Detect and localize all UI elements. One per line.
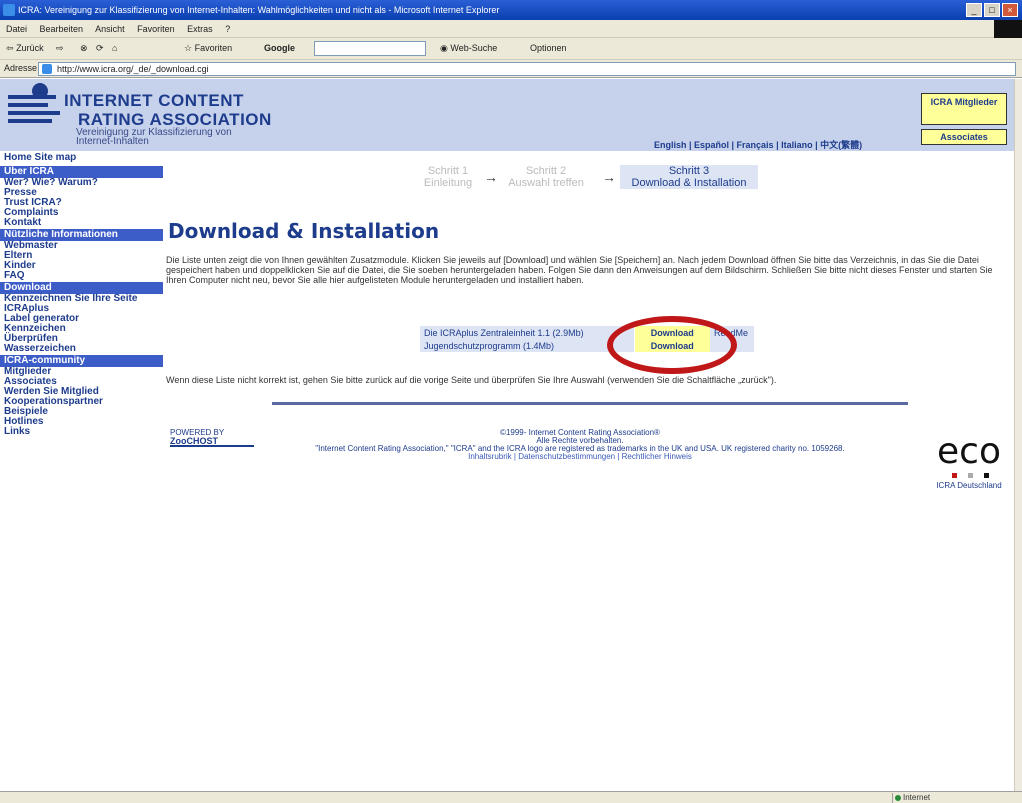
eco-dots-icon xyxy=(928,471,1010,481)
menu-bar: Datei Bearbeiten Ansicht Favoriten Extra… xyxy=(0,20,1022,38)
toolbar: ⇦ Zurück ⇨ ⊗ ⟳ ⌂ ☆ Favoriten Google ◉ We… xyxy=(0,38,1022,60)
sidebar-item-faq[interactable]: FAQ xyxy=(0,271,163,281)
back-button[interactable]: ⇦ Zurück xyxy=(6,43,44,54)
step-2-label: Auswahl treffen xyxy=(508,177,584,189)
status-zone-label: Internet xyxy=(903,793,931,802)
sidebar: Home Site map Über ICRA Wer? Wie? Warum?… xyxy=(0,151,163,437)
menu-help[interactable]: ? xyxy=(225,24,230,34)
step-1-title: Schritt 1 xyxy=(427,165,469,177)
step-3-label: Download & Installation xyxy=(631,177,747,189)
eco-logo[interactable]: eco ICRA Deutschland xyxy=(928,431,1010,491)
menu-bearbeiten[interactable]: Bearbeiten xyxy=(40,24,84,34)
note-text: Wenn diese Liste nicht korrekt ist, gehe… xyxy=(166,375,777,385)
binoculars-icon: ◉ xyxy=(440,43,448,53)
address-bar: Adresse http://www.icra.org/_de/_downloa… xyxy=(0,60,1022,78)
window-controls: _ □ × xyxy=(966,3,1018,17)
step-3: Schritt 3 Download & Installation xyxy=(620,165,758,189)
step-1-label: Einleitung xyxy=(423,177,473,189)
step-arrow-icon: → xyxy=(602,169,616,185)
back-arrow-icon: ⇦ xyxy=(6,43,14,53)
google-search-input[interactable] xyxy=(314,41,426,56)
internet-zone-icon xyxy=(895,795,901,801)
windows-logo-icon xyxy=(994,20,1022,38)
page-title: Download & Installation xyxy=(168,219,440,243)
intro-text: Die Liste unten zeigt die von Ihnen gewä… xyxy=(166,255,993,285)
google-label[interactable]: Google xyxy=(264,43,295,53)
stop-button[interactable]: ⊗ xyxy=(80,43,88,54)
stop-icon: ⊗ xyxy=(80,43,88,53)
menu-extras[interactable]: Extras xyxy=(187,24,213,34)
vertical-scrollbar[interactable] xyxy=(1014,79,1022,791)
home-button[interactable]: ⌂ xyxy=(112,43,117,53)
close-button[interactable]: × xyxy=(1002,3,1018,17)
divider xyxy=(272,402,908,405)
options-label: Optionen xyxy=(530,43,567,53)
back-label: Zurück xyxy=(16,43,44,53)
favorites-button[interactable]: ☆ Favoriten xyxy=(184,43,232,54)
module-name: Die ICRAplus Zentraleinheit 1.1 (2.9Mb) xyxy=(420,326,634,339)
address-value: http://www.icra.org/_de/_download.cgi xyxy=(57,64,209,74)
step-2-title: Schritt 2 xyxy=(525,165,567,177)
step-2: Schritt 2 Auswahl treffen xyxy=(500,165,592,189)
highlight-circle xyxy=(607,316,737,374)
module-name: Jugendschutzprogramm (1.4Mb) xyxy=(420,339,634,352)
window-title: ICRA: Vereinigung zur Klassifizierung vo… xyxy=(18,5,500,15)
web-search-label: Web-Suche xyxy=(450,43,498,53)
icra-logo-icon xyxy=(8,95,60,127)
page-icon xyxy=(42,64,52,74)
home-sitemap-links[interactable]: Home Site map xyxy=(0,151,163,165)
step-arrow-icon: → xyxy=(484,169,498,185)
status-bar: Internet xyxy=(0,791,1022,803)
ie-icon xyxy=(3,4,15,16)
favorites-label: Favoriten xyxy=(194,43,233,53)
menu-ansicht[interactable]: Ansicht xyxy=(95,24,125,34)
address-input[interactable]: http://www.icra.org/_de/_download.cgi xyxy=(38,62,1016,76)
menu-favoriten[interactable]: Favoriten xyxy=(137,24,175,34)
associates-button[interactable]: Associates xyxy=(921,129,1007,145)
menu-datei[interactable]: Datei xyxy=(6,24,27,34)
footer-text: ©1999- Internet Content Rating Associati… xyxy=(260,429,900,461)
sidebar-item-wasserzeichen[interactable]: Wasserzeichen xyxy=(0,344,163,354)
footer-links[interactable]: Inhaltsrubrik | Datenschutzbestimmungen … xyxy=(260,453,900,461)
step-1: Schritt 1 Einleitung xyxy=(420,165,476,189)
partner-name: ZooCHOST xyxy=(170,437,254,447)
window-titlebar: ICRA: Vereinigung zur Klassifizierung vo… xyxy=(0,0,1022,20)
star-icon: ☆ xyxy=(184,43,193,53)
refresh-icon: ⟳ xyxy=(96,43,104,53)
forward-arrow-icon: ⇨ xyxy=(56,43,64,53)
partner-logo[interactable]: POWERED BY ZooCHOST xyxy=(170,429,254,447)
site-header: INTERNET CONTENT RATING ASSOCIATION Vere… xyxy=(0,79,1014,151)
language-links[interactable]: English | Español | Français | Italiano … xyxy=(654,138,862,151)
members-button[interactable]: ICRA Mitglieder xyxy=(921,93,1007,125)
refresh-button[interactable]: ⟳ xyxy=(96,43,104,54)
web-page: INTERNET CONTENT RATING ASSOCIATION Vere… xyxy=(0,79,1014,791)
web-search-button[interactable]: ◉ Web-Suche xyxy=(440,43,497,54)
address-label: Adresse xyxy=(4,63,38,73)
status-zone: Internet xyxy=(892,793,962,803)
sidebar-item-kontakt[interactable]: Kontakt xyxy=(0,218,163,228)
options-button[interactable]: Optionen xyxy=(530,43,567,53)
eco-wordmark: eco xyxy=(937,431,1001,472)
maximize-button[interactable]: □ xyxy=(984,3,1000,17)
logo-line1: INTERNET CONTENT xyxy=(64,91,244,110)
eco-caption: ICRA Deutschland xyxy=(936,481,1002,490)
minimize-button[interactable]: _ xyxy=(966,3,982,17)
step-3-title: Schritt 3 xyxy=(668,165,710,177)
logo-subtitle: Vereinigung zur Klassifizierung von Inte… xyxy=(76,127,232,147)
sidebar-item-links[interactable]: Links xyxy=(0,427,163,437)
forward-button[interactable]: ⇨ xyxy=(56,43,64,54)
home-icon: ⌂ xyxy=(112,43,118,53)
